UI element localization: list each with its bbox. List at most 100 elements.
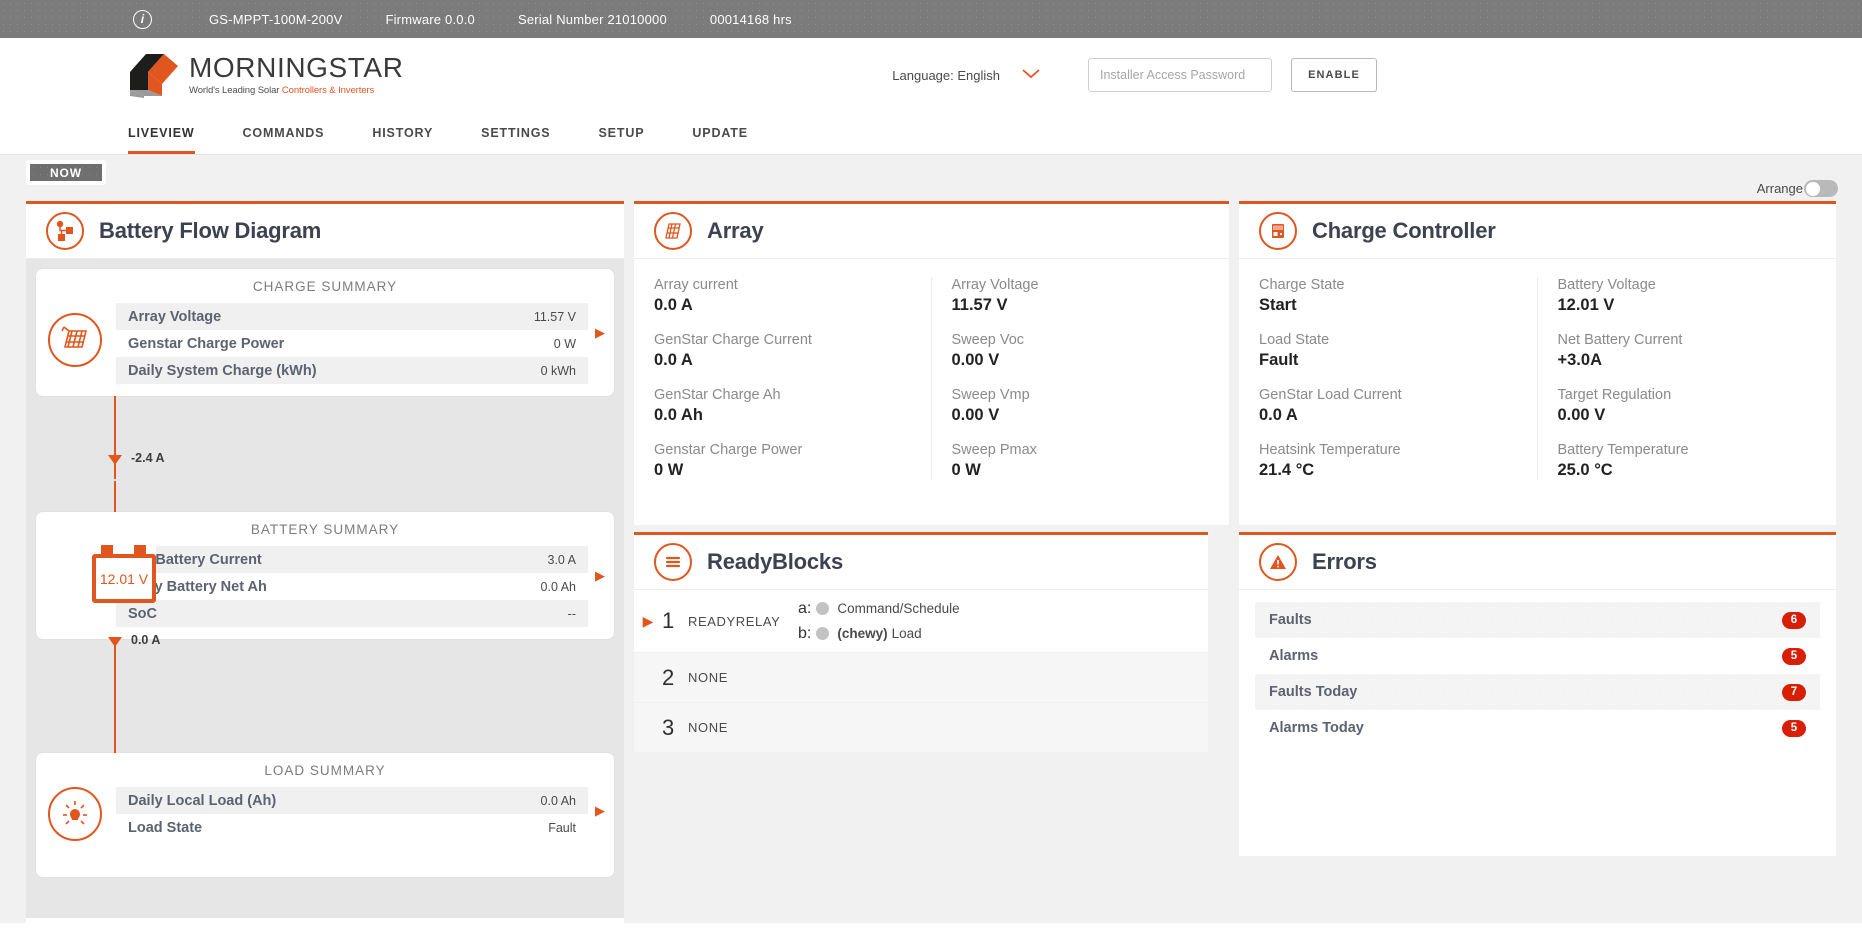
metric-genstar-charge-ah: GenStar Charge Ah 0.0 Ah	[654, 387, 931, 425]
chevron-down-icon[interactable]	[1022, 66, 1040, 84]
error-row-alarms-today[interactable]: Alarms Today 5	[1255, 710, 1820, 746]
brand-tagline: World's Leading Solar Controllers & Inve…	[189, 85, 375, 96]
metric-net-battery-current: Net Battery Current +3.0A	[1558, 332, 1837, 370]
metric-label: GenStar Load Current	[1259, 387, 1402, 403]
metric-label: Sweep Vmp	[951, 387, 1030, 403]
metric-sweep-voc: Sweep Voc 0.00 V	[952, 332, 1230, 370]
readyblock-row-3[interactable]: 3 NONE	[634, 703, 1208, 753]
table-row[interactable]: Daily Battery Net Ah 0.0 Ah	[116, 573, 588, 600]
readyblock-name: NONE	[688, 670, 728, 685]
charge-controller-panel: Charge Controller Charge State Start Loa…	[1239, 201, 1836, 525]
readyblock-row-1[interactable]: ▶ 1 READYRELAY a: Command/Schedule b: (c…	[634, 590, 1208, 653]
flow-arrow-1-label: -2.4 A	[131, 451, 165, 465]
error-row-faults[interactable]: Faults 6	[1255, 602, 1820, 638]
dashboard-column-2: Array Array current 0.0 A GenStar Charge…	[634, 201, 1229, 923]
flow-arrow-2-head	[108, 637, 122, 647]
tab-update[interactable]: UPDATE	[692, 126, 748, 154]
row-value: Fault	[548, 820, 576, 835]
array-panel-title: Array	[707, 218, 764, 243]
installer-password-input[interactable]	[1088, 58, 1272, 92]
hamburger-list-icon	[654, 543, 692, 581]
tab-history[interactable]: HISTORY	[372, 126, 433, 154]
metric-sweep-vmp: Sweep Vmp 0.00 V	[952, 387, 1230, 425]
table-row[interactable]: SoC --	[116, 600, 588, 627]
readyblock-number: 2	[662, 664, 675, 690]
flow-arrow-1-head	[108, 455, 122, 465]
battery-flow-panel: Battery Flow Diagram CHARGE SUMMARY Arra…	[26, 201, 624, 923]
row-value: 0 W	[553, 336, 576, 351]
charge-summary-card: CHARGE SUMMARY Array Voltage 11.57 V Gen…	[36, 269, 614, 396]
metric-label: Charge State	[1259, 277, 1345, 293]
dashboard-column-3: Charge Controller Charge State Start Loa…	[1239, 201, 1836, 923]
readyblock-number: 1	[662, 608, 675, 633]
tab-setup[interactable]: SETUP	[598, 126, 644, 154]
readyblock-name: NONE	[688, 720, 728, 735]
table-row[interactable]: Daily System Charge (kWh) 0 kWh	[116, 357, 588, 384]
metric-value: Start	[1259, 296, 1297, 314]
tab-commands[interactable]: COMMANDS	[243, 126, 325, 154]
errors-list: Faults 6 Alarms 5 Faults Today 7 Alarms …	[1239, 590, 1836, 764]
status-badge: 5	[1782, 647, 1806, 665]
metric-value: 0.0 A	[654, 351, 693, 369]
flow-arrow-2-label: 0.0 A	[131, 633, 161, 647]
metric-load-state: Load State Fault	[1259, 332, 1537, 370]
device-hours: 00014168 hrs	[709, 11, 792, 27]
metric-battery-temperature: Battery Temperature 25.0 °C	[1558, 442, 1837, 480]
expand-charge-summary-icon[interactable]: ▶	[595, 325, 605, 341]
expand-readyblock-1-icon[interactable]: ▶	[634, 613, 662, 630]
metric-genstar-load-current: GenStar Load Current 0.0 A	[1259, 387, 1537, 425]
brand-logo[interactable]: MORNINGSTAR World's Leading Solar Contro…	[128, 52, 404, 98]
charge-controller-metrics: Charge State Start Load State Fault GenS…	[1239, 259, 1836, 502]
metric-value: 11.57 V	[951, 296, 1008, 314]
row-value: 0 kWh	[540, 363, 576, 378]
table-row[interactable]: Daily Local Load (Ah) 0.0 Ah	[116, 787, 588, 814]
sub-text: Load	[891, 626, 922, 641]
info-icon[interactable]: i	[133, 9, 152, 29]
table-row[interactable]: Load State Fault	[116, 814, 588, 841]
warning-triangle-icon	[1259, 543, 1297, 581]
row-value: 3.0 A	[547, 552, 577, 567]
tab-liveview[interactable]: LIVEVIEW	[128, 126, 195, 154]
language-label: Language: English	[892, 67, 1000, 83]
metric-label: Net Battery Current	[1557, 332, 1683, 348]
readyblock-row-2[interactable]: 2 NONE	[634, 653, 1208, 703]
load-summary-card: LOAD SUMMARY Daily Local Load (Ah) 0.0 A…	[36, 753, 614, 877]
row-key: Array Voltage	[128, 308, 222, 325]
metric-label: GenStar Charge Current	[654, 332, 812, 348]
status-badge: 7	[1782, 683, 1806, 701]
array-metrics-right: Array Voltage 11.57 V Sweep Voc 0.00 V S…	[932, 277, 1230, 480]
sub-key: b:	[798, 624, 812, 642]
device-info-bar: i GS-MPPT-100M-200V Firmware 0.0.0 Seria…	[0, 0, 1862, 38]
metric-charge-state: Charge State Start	[1259, 277, 1537, 315]
readyblock-sublist: a: Command/Schedule b: (chewy) Load	[798, 590, 960, 652]
error-row-faults-today[interactable]: Faults Today 7	[1255, 674, 1820, 710]
error-row-alarms[interactable]: Alarms 5	[1255, 638, 1820, 674]
metric-label: Load State	[1259, 332, 1330, 348]
now-button[interactable]: NOW	[26, 160, 106, 185]
battery-flow-panel-title: Battery Flow Diagram	[99, 218, 322, 243]
metric-value: 0.0 Ah	[654, 406, 703, 424]
array-panel-header: Array	[634, 204, 1229, 259]
page-header: MORNINGSTAR World's Leading Solar Contro…	[0, 38, 1862, 112]
device-firmware: Firmware 0.0.0	[385, 11, 475, 27]
status-dot	[816, 602, 830, 615]
battery-summary-heading: BATTERY SUMMARY	[250, 522, 400, 537]
metric-value: 0 W	[951, 461, 981, 479]
charge-controller-panel-title: Charge Controller	[1312, 218, 1496, 243]
table-row[interactable]: Net Battery Current 3.0 A	[116, 546, 588, 573]
tab-settings[interactable]: SETTINGS	[481, 126, 550, 154]
row-key: Daily Local Load (Ah)	[128, 792, 277, 809]
sub-bold-text: (chewy)	[837, 626, 888, 641]
enable-button[interactable]: ENABLE	[1291, 58, 1377, 92]
expand-battery-summary-icon[interactable]: ▶	[595, 568, 605, 584]
solar-panel-icon	[654, 212, 692, 250]
row-key: Daily System Charge (kWh)	[128, 362, 317, 379]
metric-sweep-pmax: Sweep Pmax 0 W	[952, 442, 1230, 480]
metric-value: +3.0A	[1557, 351, 1603, 369]
metric-value: 0 W	[654, 461, 684, 479]
expand-load-summary-icon[interactable]: ▶	[595, 803, 605, 819]
readyblock-name: READYRELAY	[688, 613, 781, 629]
arrange-toggle[interactable]	[1804, 180, 1838, 197]
table-row[interactable]: Array Voltage 11.57 V	[116, 303, 588, 330]
table-row[interactable]: Genstar Charge Power 0 W	[116, 330, 588, 357]
